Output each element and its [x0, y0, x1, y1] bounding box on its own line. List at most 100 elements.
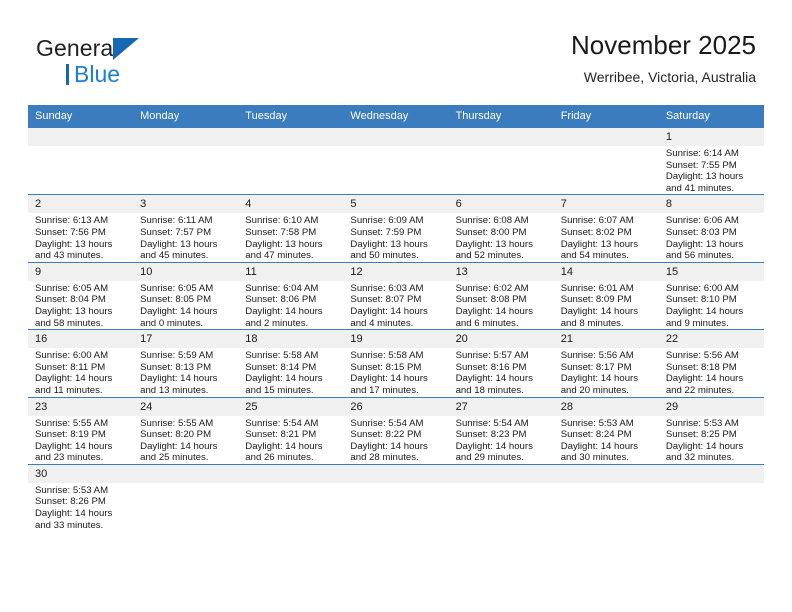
day-sunrise-line: Sunrise: 6:08 AM [455, 215, 529, 227]
day-sun-info: Sunrise: 6:05 AM Sunset: 8:05 PM Daylight:… [133, 281, 238, 329]
day-number [343, 464, 449, 483]
day-number: 3 [133, 195, 239, 214]
day-daylight-line: Daylight: 13 hours [245, 238, 323, 250]
calendar-day-cell[interactable]: 3 Sunrise: 6:11 AM Sunset: 7:57 PM Daylight… [133, 194, 239, 263]
calendar-day-cell[interactable]: 21 Sunrise: 5:56 AM Sunset: 8:17 PM Dayligh… [553, 329, 659, 397]
calendar-day-cell[interactable]: 4 Sunrise: 6:10 AM Sunset: 7:58 PM Daylight… [238, 194, 344, 263]
calendar-day-cell[interactable]: 10 Sunrise: 6:05 AM Sunset: 8:05 PM Dayligh… [133, 261, 239, 330]
calendar-day-cell[interactable]: 16 Sunrise: 6:00 AM Sunset: 8:11 PM Dayligh… [28, 329, 134, 397]
calendar-day-cell[interactable]: 27 Sunrise: 5:54 AM Sunset: 8:23 PM Dayligh… [448, 396, 554, 465]
day-daylight-line: and 54 minutes. [560, 250, 629, 262]
calendar-day-cell-empty [658, 463, 764, 532]
day-sunset-line: Sunset: 8:03 PM [665, 226, 737, 238]
day-daylight-line: Daylight: 14 hours [665, 440, 744, 452]
calendar-day-cell[interactable]: 30 Sunrise: 5:53 AM Sunset: 8:26 PM Dayligh… [28, 463, 134, 532]
calendar-day-cell[interactable]: 29 Sunrise: 5:53 AM Sunset: 8:25 PM Dayligh… [658, 396, 764, 465]
calendar-day-cell[interactable]: 18 Sunrise: 5:58 AM Sunset: 8:14 PM Dayligh… [238, 329, 344, 397]
weekday-header-sunday: Sunday [28, 105, 134, 128]
calendar-day-cell[interactable]: 19 Sunrise: 5:58 AM Sunset: 8:15 PM Dayligh… [343, 329, 449, 397]
day-sun-info: Sunrise: 5:55 AM Sunset: 8:19 PM Daylight:… [28, 416, 133, 464]
calendar-day-cell[interactable]: 15 Sunrise: 6:00 AM Sunset: 8:10 PM Dayligh… [658, 261, 764, 330]
calendar-day-cell[interactable]: 14 Sunrise: 6:01 AM Sunset: 8:09 PM Dayligh… [553, 261, 659, 330]
day-sun-info: Sunrise: 5:53 AM Sunset: 8:26 PM Daylight:… [28, 483, 133, 531]
calendar-day-cell-empty [238, 463, 344, 532]
day-daylight-line: and 43 minutes. [35, 250, 104, 262]
calendar-day-cell[interactable]: 22 Sunrise: 5:56 AM Sunset: 8:18 PM Dayligh… [658, 329, 764, 397]
calendar-day-cell[interactable]: 20 Sunrise: 5:57 AM Sunset: 8:16 PM Dayligh… [448, 329, 554, 397]
calendar-day-cell[interactable]: 25 Sunrise: 5:54 AM Sunset: 8:21 PM Dayligh… [238, 396, 344, 465]
logo-text-blue: Blue [74, 61, 121, 87]
calendar-day-cell[interactable]: 26 Sunrise: 5:54 AM Sunset: 8:22 PM Dayligh… [343, 396, 449, 465]
day-number: 12 [343, 262, 449, 281]
day-daylight-line: Daylight: 14 hours [560, 440, 639, 452]
weekday-header-row: Sunday Monday Tuesday Wednesday Thursday… [28, 105, 764, 128]
day-daylight-line: Daylight: 14 hours [35, 373, 113, 385]
day-sun-info: Sunrise: 5:54 AM Sunset: 8:21 PM Daylight:… [238, 416, 343, 464]
day-sunset-line: Sunset: 8:18 PM [665, 361, 737, 373]
day-sunrise-line: Sunrise: 5:55 AM [35, 417, 109, 429]
day-sunrise-line: Sunrise: 6:02 AM [455, 282, 529, 294]
calendar-day-cell[interactable]: 2 Sunrise: 6:13 AM Sunset: 7:56 PM Daylight… [28, 194, 134, 263]
day-daylight-line: Daylight: 14 hours [560, 305, 639, 317]
calendar-day-cell[interactable]: 1 Sunrise: 6:14 AM Sunset: 7:55 PM Daylight… [658, 126, 764, 195]
calendar-day-cell-empty [343, 126, 449, 195]
calendar-day-cell[interactable]: 7 Sunrise: 6:07 AM Sunset: 8:02 PM Daylight… [553, 194, 659, 263]
day-sun-info: Sunrise: 6:07 AM Sunset: 8:02 PM Daylight:… [554, 213, 659, 261]
day-number: 15 [658, 262, 764, 281]
day-number: 9 [28, 262, 134, 281]
day-sunrise-line: Sunrise: 5:56 AM [560, 350, 634, 362]
calendar-day-cell[interactable]: 12 Sunrise: 6:03 AM Sunset: 8:07 PM Dayligh… [343, 261, 449, 330]
calendar-day-cell[interactable]: 28 Sunrise: 5:53 AM Sunset: 8:24 PM Dayligh… [553, 396, 659, 465]
day-daylight-line: Daylight: 14 hours [35, 440, 113, 452]
day-daylight-line: Daylight: 13 hours [560, 238, 639, 250]
day-daylight-line: Daylight: 13 hours [665, 171, 744, 183]
calendar-day-cell[interactable]: 23 Sunrise: 5:55 AM Sunset: 8:19 PM Dayligh… [28, 396, 134, 465]
calendar-week-row: 1 Sunrise: 6:14 AM Sunset: 7:55 PM Daylight… [28, 126, 764, 195]
day-number [133, 128, 239, 146]
general-blue-logo[interactable]: General Blue [36, 34, 236, 92]
day-sunset-line: Sunset: 7:55 PM [665, 159, 737, 171]
day-number: 7 [553, 195, 659, 214]
calendar-day-cell[interactable]: 11 Sunrise: 6:04 AM Sunset: 8:06 PM Dayligh… [238, 261, 344, 330]
logo-line-1: General [36, 34, 236, 62]
day-sun-info: Sunrise: 5:57 AM Sunset: 8:16 PM Daylight:… [449, 348, 554, 396]
title-block: November 2025 Werribee, Victoria, Austra… [571, 28, 756, 88]
day-sun-info: Sunrise: 6:02 AM Sunset: 8:08 PM Daylight:… [449, 281, 554, 329]
calendar-day-cell-empty [448, 126, 554, 195]
sunrise-sunset-calendar: Sunday Monday Tuesday Wednesday Thursday… [28, 105, 764, 532]
day-daylight-line: and 29 minutes. [455, 452, 524, 464]
calendar-day-cell-empty [553, 126, 659, 195]
weekday-header-monday: Monday [133, 105, 239, 128]
day-sunset-line: Sunset: 8:09 PM [560, 294, 632, 306]
day-sunset-line: Sunset: 8:24 PM [560, 429, 632, 441]
day-number: 20 [448, 330, 554, 349]
day-daylight-line: Daylight: 13 hours [35, 238, 113, 250]
day-sunrise-line: Sunrise: 6:05 AM [140, 282, 214, 294]
day-number: 25 [238, 397, 344, 416]
day-daylight-line: and 33 minutes. [35, 519, 104, 531]
day-sun-info: Sunrise: 6:10 AM Sunset: 7:58 PM Daylight:… [238, 213, 343, 261]
day-number: 8 [658, 195, 764, 214]
day-daylight-line: and 6 minutes. [455, 317, 519, 329]
day-sunrise-line: Sunrise: 6:00 AM [35, 350, 109, 362]
calendar-day-cell[interactable]: 13 Sunrise: 6:02 AM Sunset: 8:08 PM Dayligh… [448, 261, 554, 330]
logo-line-2: Blue [36, 60, 236, 88]
calendar-day-cell[interactable]: 9 Sunrise: 6:05 AM Sunset: 8:04 PM Daylight… [28, 261, 134, 330]
day-number: 19 [343, 330, 449, 349]
page-header: General Blue November 2025 Werribee, Vic… [28, 28, 764, 94]
day-daylight-line: Daylight: 14 hours [35, 508, 113, 520]
day-sun-info: Sunrise: 6:03 AM Sunset: 8:07 PM Daylight:… [343, 281, 448, 329]
day-sunset-line: Sunset: 8:07 PM [350, 294, 422, 306]
day-number: 13 [448, 262, 554, 281]
day-daylight-line: and 4 minutes. [350, 317, 414, 329]
day-sunset-line: Sunset: 8:02 PM [560, 226, 632, 238]
calendar-day-cell[interactable]: 8 Sunrise: 6:06 AM Sunset: 8:03 PM Daylight… [658, 194, 764, 263]
calendar-day-cell[interactable]: 6 Sunrise: 6:08 AM Sunset: 8:00 PM Daylight… [448, 194, 554, 263]
calendar-day-cell[interactable]: 17 Sunrise: 5:59 AM Sunset: 8:13 PM Dayligh… [133, 329, 239, 397]
calendar-day-cell[interactable]: 5 Sunrise: 6:09 AM Sunset: 7:59 PM Daylight… [343, 194, 449, 263]
day-sunset-line: Sunset: 7:59 PM [350, 226, 422, 238]
day-daylight-line: and 18 minutes. [455, 384, 524, 396]
calendar-day-cell[interactable]: 24 Sunrise: 5:55 AM Sunset: 8:20 PM Dayligh… [133, 396, 239, 465]
day-sun-info: Sunrise: 5:56 AM Sunset: 8:18 PM Daylight:… [659, 348, 764, 396]
day-number: 10 [133, 262, 239, 281]
